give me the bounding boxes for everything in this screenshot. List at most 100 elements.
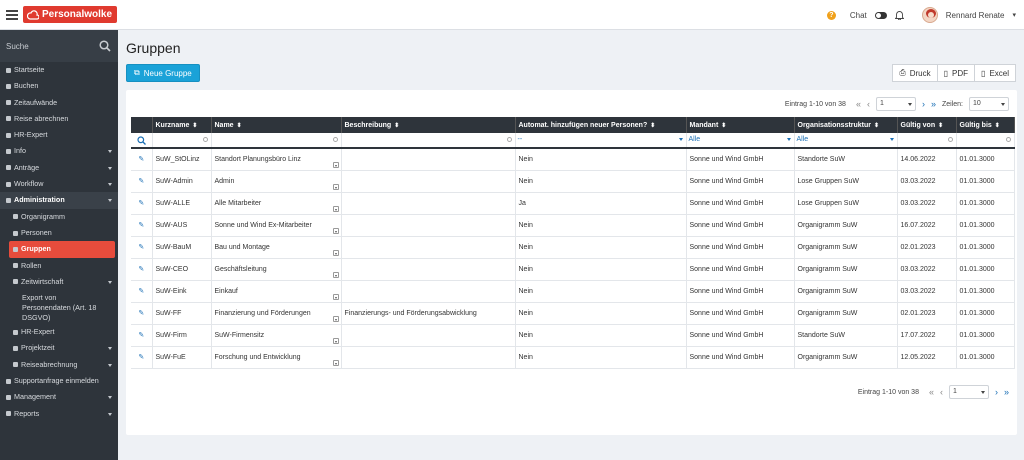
edit-icon[interactable]: ✎ [131, 192, 153, 215]
page-select[interactable]: 1 [875, 97, 916, 111]
expand-icon[interactable] [332, 337, 339, 344]
sidebar-item-startseite[interactable]: Startseite [0, 62, 118, 78]
expand-icon[interactable] [332, 249, 339, 256]
prev-page-icon[interactable]: ‹ [867, 99, 870, 109]
sidebar-item-reports[interactable]: Reports [0, 406, 118, 422]
table-row[interactable]: ✎ SuW-FF Finanzierung und Förderungen Finan… [131, 302, 1015, 325]
edit-icon[interactable]: ✎ [131, 236, 153, 259]
sidebar-item-administration[interactable]: Administration [0, 192, 118, 209]
first-page-icon[interactable]: « [929, 387, 934, 397]
table-row[interactable]: ✎ SuW-Firm SuW-Firmensitz Nein Sonne und Win… [131, 324, 1015, 347]
pdf-button[interactable]: ▯ PDF [936, 64, 976, 82]
sidebar-item-reiseabrechnung[interactable]: Reiseabrechnung [0, 357, 118, 373]
sidebar-item-info[interactable]: Info [0, 143, 118, 159]
chevron-down-icon[interactable]: ▾ [1012, 11, 1016, 19]
filter-select[interactable]: Alle [794, 133, 898, 149]
edit-icon[interactable]: ✎ [131, 324, 153, 347]
sort-icon[interactable]: ⬍ [650, 122, 655, 129]
excel-button[interactable]: ▯ Excel [974, 64, 1016, 82]
column-header[interactable]: Automat. hinzufügen neuer Personen? ⬍ [515, 117, 687, 133]
sidebar-item-organigramm[interactable]: Organigramm [0, 209, 118, 225]
sort-icon[interactable]: ⬍ [721, 122, 726, 129]
next-page-icon[interactable]: › [995, 387, 998, 397]
edit-icon[interactable]: ✎ [131, 258, 153, 281]
prev-page-icon[interactable]: ‹ [940, 387, 943, 397]
filter-input[interactable] [152, 133, 212, 149]
table-row[interactable]: ✎ SuW-FuE Forschung und Entwicklung Nein Son… [131, 346, 1015, 369]
sidebar-item-rollen[interactable]: Rollen [0, 258, 118, 274]
last-page-icon[interactable]: » [931, 99, 936, 109]
sort-icon[interactable]: ⬍ [394, 122, 399, 129]
column-header[interactable]: Name ⬍ [211, 117, 342, 133]
column-header[interactable]: Gültig bis ⬍ [956, 117, 1015, 133]
sort-icon[interactable]: ⬍ [874, 122, 879, 129]
help-icon[interactable]: ? [826, 10, 836, 20]
sort-icon[interactable]: ⬍ [995, 122, 1000, 129]
sidebar-item-buchen[interactable]: Buchen [0, 78, 118, 94]
edit-icon[interactable]: ✎ [131, 280, 153, 303]
expand-icon[interactable] [332, 205, 339, 212]
app-logo[interactable]: Personalwolke [23, 6, 118, 23]
page-select-bottom[interactable]: 1 [948, 385, 989, 399]
sidebar-item-hr-expert[interactable]: HR-Expert [0, 127, 118, 143]
sidebar-item-supportanfrage-einmelden[interactable]: Supportanfrage einmelden [0, 373, 118, 389]
table-row[interactable]: ✎ SuW-CEO Geschäftsleitung Nein Sonne und Wi… [131, 258, 1015, 281]
sidebar-item-zeitaufwände[interactable]: Zeitaufwände [0, 95, 118, 111]
search-icon[interactable] [99, 40, 111, 52]
sidebar-item-reise-abrechnen[interactable]: Reise abrechnen [0, 111, 118, 127]
expand-icon[interactable] [332, 271, 339, 278]
expand-icon[interactable] [332, 183, 339, 190]
filter-select[interactable]: -- [515, 133, 687, 149]
new-group-button[interactable]: ⧉ Neue Gruppe [126, 64, 200, 82]
print-button[interactable]: ⎙ Druck [892, 64, 938, 82]
menu-icon[interactable] [6, 10, 18, 20]
sort-icon[interactable]: ⬍ [192, 122, 197, 129]
user-name[interactable]: Rennard Renate [946, 11, 1005, 20]
expand-icon[interactable] [332, 161, 339, 168]
filter-search-icon[interactable] [131, 133, 153, 149]
filter-input[interactable] [341, 133, 516, 149]
table-row[interactable]: ✎ SuW-Admin Admin Nein Sonne und Wind GmbH Lo… [131, 170, 1015, 193]
expand-icon[interactable] [332, 293, 339, 300]
column-header[interactable]: Beschreibung ⬍ [341, 117, 516, 133]
table-row[interactable]: ✎ SuW-ALLE Alle Mitarbeiter Ja Sonne und Win… [131, 192, 1015, 215]
chat-toggle[interactable] [874, 11, 887, 19]
avatar[interactable] [921, 7, 938, 23]
rows-select[interactable]: 10 [969, 97, 1009, 111]
sidebar-item-projektzeit[interactable]: Projektzeit [0, 340, 118, 356]
table-row[interactable]: ✎ SuW-Eink Einkauf Nein Sonne und Wind GmbH O… [131, 280, 1015, 303]
expand-icon[interactable] [332, 227, 339, 234]
sidebar-item-hr-expert[interactable]: HR-Expert [0, 324, 118, 340]
next-page-icon[interactable]: › [922, 99, 925, 109]
sidebar-item-export-von-personendaten-art-18-dsgvo-[interactable]: Export von Personendaten (Art. 18 DSGVO) [0, 290, 118, 324]
last-page-icon[interactable]: » [1004, 387, 1009, 397]
sort-icon[interactable]: ⬍ [237, 122, 242, 129]
table-row[interactable]: ✎ SuW-BauM Bau und Montage Nein Sonne und Wi… [131, 236, 1015, 259]
column-header[interactable]: Mandant ⬍ [686, 117, 795, 133]
table-row[interactable]: ✎ SuW-AUS Sonne und Wind Ex-Mitarbeiter Nei… [131, 214, 1015, 237]
sidebar-search[interactable]: Suche [0, 30, 118, 62]
table-row[interactable]: ✎ SuW_StOLinz Standort Planungsbüro Linz Ne… [131, 148, 1015, 171]
edit-icon[interactable]: ✎ [131, 214, 153, 237]
filter-input[interactable] [211, 133, 342, 149]
sidebar-item-anträge[interactable]: Anträge [0, 160, 118, 176]
column-header[interactable]: Kurzname ⬍ [152, 117, 212, 133]
edit-icon[interactable]: ✎ [131, 148, 153, 171]
first-page-icon[interactable]: « [856, 99, 861, 109]
filter-select[interactable]: Alle [686, 133, 795, 149]
filter-input[interactable] [897, 133, 957, 149]
sidebar-item-gruppen[interactable]: Gruppen [9, 241, 115, 258]
edit-icon[interactable]: ✎ [131, 302, 153, 325]
bell-icon[interactable] [894, 10, 904, 20]
column-header[interactable]: Organisationsstruktur ⬍ [794, 117, 898, 133]
sidebar-item-management[interactable]: Management [0, 389, 118, 405]
sidebar-item-personen[interactable]: Personen [0, 225, 118, 241]
filter-input[interactable] [956, 133, 1015, 149]
search-input[interactable]: Suche [6, 42, 29, 51]
column-header[interactable]: Gültig von ⬍ [897, 117, 957, 133]
sort-icon[interactable]: ⬍ [938, 122, 943, 129]
expand-icon[interactable] [332, 315, 339, 322]
edit-icon[interactable]: ✎ [131, 170, 153, 193]
sidebar-item-workflow[interactable]: Workflow [0, 176, 118, 192]
expand-icon[interactable] [332, 359, 339, 366]
